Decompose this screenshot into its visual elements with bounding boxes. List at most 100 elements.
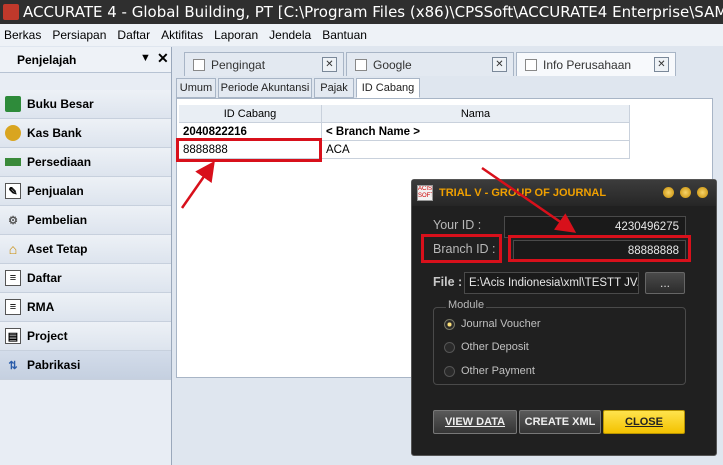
close-icon[interactable]: ✕ [654,57,669,72]
highlight-box [176,138,322,162]
list-icon: ≡ [5,270,21,286]
dialog-title-bar: ACIS SOFT TRIAL V - GROUP OF JOURNAL [412,180,716,206]
radio-icon [444,365,455,377]
radio-icon [444,341,455,353]
menu-persiapan[interactable]: Persiapan [52,28,106,42]
document-icon [525,58,537,71]
explorer-title: Penjelajah [17,52,77,67]
nav-label: Penjualan [27,184,84,198]
list-icon: ≡ [5,299,21,315]
project-icon: ▤ [5,328,21,344]
nav-label: Kas Bank [27,126,82,140]
tab-periode-akuntansi[interactable]: Periode Akuntansi [218,78,312,98]
column-header-id-cabang[interactable]: ID Cabang [179,105,322,123]
close-button[interactable]: CLOSE [603,410,685,434]
factory-icon: ⇅ [8,359,18,372]
tab-google[interactable]: Google ✕ [346,52,514,76]
nav-label: Project [27,329,68,343]
menu-bar: Berkas Persiapan Daftar Aktifitas Lapora… [0,24,723,46]
google-icon [355,58,367,71]
radio-other-deposit[interactable]: Other Deposit [444,341,529,353]
tab-label: Pengingat [211,57,266,72]
create-xml-button[interactable]: CREATE XML [519,410,601,434]
nav-item-pembelian[interactable]: ⚙ Pembelian [0,206,171,235]
reminder-icon [193,58,205,71]
highlight-box [508,235,691,262]
your-id-label: Your ID : [433,218,482,232]
file-label: File : [433,275,463,289]
radio-label: Other Payment [461,365,535,377]
explorer-nav-list: Buku Besar Kas Bank Persediaan ✎ Penjual… [0,90,171,380]
close-icon[interactable] [697,187,708,198]
sub-tabs: Umum Periode Akuntansi Pajak ID Cabang [176,78,723,98]
window-title: ACCURATE 4 - Global Building, PT [C:\Pro… [23,3,723,21]
nav-label: Buku Besar [27,97,94,111]
nav-item-daftar[interactable]: ≡ Daftar [0,264,171,293]
menu-jendela[interactable]: Jendela [269,28,311,42]
purchase-icon: ⚙ [8,214,18,227]
tab-pengingat[interactable]: Pengingat ✕ [184,52,344,76]
menu-bantuan[interactable]: Bantuan [322,28,367,42]
button-label: VIEW DATA [444,416,506,428]
house-icon: ⌂ [8,241,18,257]
nav-item-project[interactable]: ▤ Project [0,322,171,351]
nav-label: Pembelian [27,213,88,227]
button-label: CREATE XML [524,416,596,428]
close-icon[interactable]: ✕ [322,57,337,72]
button-label: CLOSE [625,416,663,428]
column-header-nama[interactable]: Nama [322,105,630,123]
tab-id-cabang[interactable]: ID Cabang [356,78,420,98]
browse-button[interactable]: ... [645,272,685,294]
menu-laporan[interactable]: Laporan [214,28,258,42]
nav-item-pabrikasi[interactable]: ⇅ Pabrikasi [0,351,171,380]
tab-pajak[interactable]: Pajak [314,78,354,98]
highlight-box [421,234,502,263]
module-group: Module Journal Voucher Other Deposit Oth… [433,299,686,385]
nav-label: Daftar [27,271,62,285]
nav-item-aset-tetap[interactable]: ⌂ Aset Tetap [0,235,171,264]
radio-journal-voucher[interactable]: Journal Voucher [444,318,541,330]
cell-nama[interactable]: ACA [322,141,630,159]
nav-label: Persediaan [27,155,92,169]
tab-label: Info Perusahaan [543,57,632,72]
menu-daftar[interactable]: Daftar [117,28,150,42]
nav-item-penjualan[interactable]: ✎ Penjualan [0,177,171,206]
nav-item-buku-besar[interactable]: Buku Besar [0,90,171,119]
radio-selected-icon [444,318,455,330]
radio-label: Other Deposit [461,341,529,353]
tab-label: Google [373,57,412,72]
view-data-button[interactable]: VIEW DATA [433,410,517,434]
module-label: Module [446,299,487,311]
menu-berkas[interactable]: Berkas [4,28,41,42]
close-icon[interactable]: ✕ [492,57,507,72]
cash-icon [5,125,21,141]
file-path-field[interactable]: E:\Acis Indionesia\xml\TESTT JV.xls [464,272,639,294]
dropdown-icon[interactable]: ▼ [140,52,151,64]
minimize-icon[interactable] [663,187,674,198]
nav-item-persediaan[interactable]: Persediaan [0,148,171,177]
radio-label: Journal Voucher [461,318,541,330]
tab-info-perusahaan[interactable]: Info Perusahaan ✕ [516,52,676,76]
dialog-title: TRIAL V - GROUP OF JOURNAL [439,187,607,199]
close-icon[interactable]: ✕ [157,50,169,67]
app-icon [3,4,19,20]
window-controls [663,187,708,198]
ledger-icon [5,96,21,112]
tab-umum[interactable]: Umum [176,78,216,98]
document-tabs: Pengingat ✕ Google ✕ Info Perusahaan ✕ [176,52,723,76]
explorer-panel: Penjelajah ▼ ✕ Buku Besar Kas Bank Perse… [0,47,172,465]
nav-label: RMA [27,300,55,314]
nav-label: Aset Tetap [27,242,88,256]
group-of-journal-dialog: ACIS SOFT TRIAL V - GROUP OF JOURNAL You… [411,179,717,456]
inventory-icon [5,158,21,166]
explorer-header: Penjelajah ▼ ✕ [0,47,171,73]
radio-other-payment[interactable]: Other Payment [444,365,535,377]
grid-header: ID Cabang Nama [179,105,630,123]
nav-item-kas-bank[interactable]: Kas Bank [0,119,171,148]
menu-aktifitas[interactable]: Aktifitas [161,28,203,42]
cell-nama[interactable]: < Branch Name > [322,123,630,141]
sales-icon: ✎ [5,183,21,199]
nav-label: Pabrikasi [27,358,81,372]
maximize-icon[interactable] [680,187,691,198]
nav-item-rma[interactable]: ≡ RMA [0,293,171,322]
